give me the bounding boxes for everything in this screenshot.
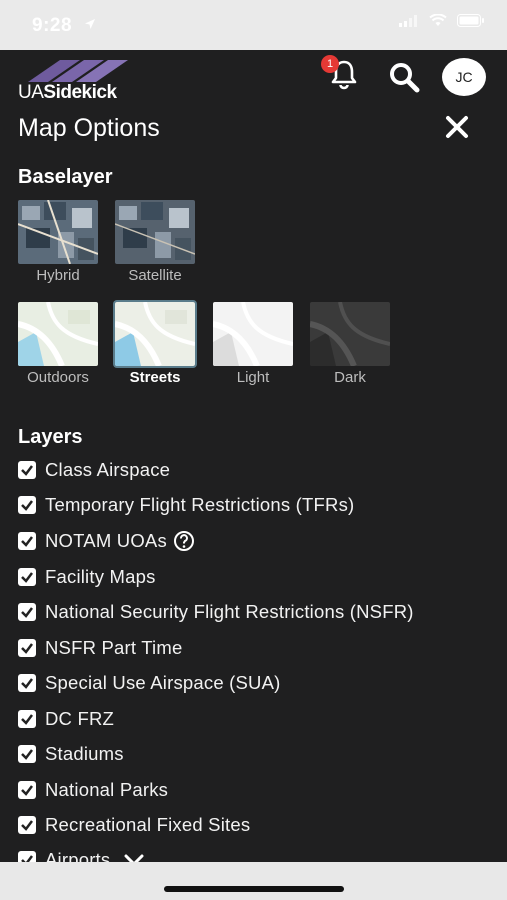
checkbox-checked-icon[interactable]: [18, 674, 36, 692]
home-indicator[interactable]: [164, 886, 344, 892]
layer-item-recreational-fixed-sites[interactable]: Recreational Fixed Sites: [18, 811, 250, 839]
baselayer-outdoors-label[interactable]: Outdoors: [8, 369, 108, 386]
layer-label: Special Use Airspace (SUA): [45, 672, 281, 693]
checkbox-checked-icon[interactable]: [18, 568, 36, 586]
map-options-panel: UASidekick 1 JC Map Options Baselayer Hy…: [0, 50, 507, 862]
baselayer-light-thumbnail[interactable]: [213, 302, 293, 366]
layer-label: NSFR Part Time: [45, 637, 183, 658]
baselayer-satellite-thumbnail[interactable]: [115, 200, 195, 264]
layer-item-class-airspace[interactable]: Class Airspace: [18, 456, 170, 484]
logo-prefix: UA: [18, 82, 44, 103]
checkbox-checked-icon[interactable]: [18, 851, 36, 862]
street-map-icon: [115, 302, 195, 366]
notification-badge: 1: [321, 55, 339, 73]
layer-item-facility-maps[interactable]: Facility Maps: [18, 563, 156, 591]
status-bar: 9:28: [0, 0, 507, 50]
layer-item-nsfr[interactable]: National Security Flight Restrictions (N…: [18, 598, 414, 626]
satellite-imagery-icon: [115, 200, 195, 264]
baselayer-hybrid-thumbnail[interactable]: [18, 200, 98, 264]
baselayer-dark-thumbnail[interactable]: [310, 302, 390, 366]
layer-label: National Parks: [45, 779, 169, 800]
layer-label: Temporary Flight Restrictions (TFRs): [45, 494, 355, 515]
layer-label: Stadiums: [45, 743, 124, 764]
logo-suffix: Sidekick: [43, 82, 117, 103]
page-title: Map Options: [18, 114, 160, 142]
layer-item-dc-frz[interactable]: DC FRZ: [18, 705, 114, 733]
layers-heading: Layers: [18, 426, 83, 448]
baselayer-light-label[interactable]: Light: [203, 369, 303, 386]
baselayer-heading: Baselayer: [18, 166, 113, 188]
uasidekick-logo[interactable]: UASidekick: [18, 56, 142, 103]
checkbox-checked-icon[interactable]: [18, 745, 36, 763]
checkbox-checked-icon[interactable]: [18, 496, 36, 514]
search-icon[interactable]: [387, 60, 421, 94]
close-icon[interactable]: [444, 114, 470, 140]
layer-label: Airports: [45, 849, 111, 862]
location-arrow-icon: [85, 19, 95, 29]
light-map-icon: [213, 302, 293, 366]
status-time: 9:28: [32, 15, 73, 36]
help-circle-icon[interactable]: [173, 530, 195, 552]
user-avatar[interactable]: JC: [442, 58, 486, 96]
checkbox-checked-icon[interactable]: [18, 461, 36, 479]
home-indicator-bar: [0, 862, 507, 900]
baselayer-satellite-label[interactable]: Satellite: [105, 267, 205, 284]
layer-item-notam-uoas[interactable]: NOTAM UOAs: [18, 527, 195, 555]
logo-text: UASidekick: [18, 82, 117, 104]
baselayer-streets-thumbnail[interactable]: [115, 302, 195, 366]
baselayer-hybrid-label[interactable]: Hybrid: [8, 267, 108, 284]
layer-label: Facility Maps: [45, 566, 156, 587]
checkbox-checked-icon[interactable]: [18, 603, 36, 621]
battery-icon: [457, 14, 484, 27]
checkbox-checked-icon[interactable]: [18, 710, 36, 728]
dark-map-icon: [310, 302, 390, 366]
checkbox-checked-icon[interactable]: [18, 639, 36, 657]
layer-label: National Security Flight Restrictions (N…: [45, 601, 414, 622]
baselayer-outdoors-thumbnail[interactable]: [18, 302, 98, 366]
layer-label: DC FRZ: [45, 708, 115, 729]
layer-item-sua[interactable]: Special Use Airspace (SUA): [18, 669, 281, 697]
layer-label: NOTAM UOAs: [45, 530, 167, 551]
chevron-down-icon[interactable]: [124, 853, 144, 862]
signal-icon: [399, 14, 417, 27]
checkbox-checked-icon[interactable]: [18, 781, 36, 799]
street-map-icon: [18, 302, 98, 366]
app-header: UASidekick 1 JC: [0, 50, 507, 103]
checkbox-checked-icon[interactable]: [18, 816, 36, 834]
baselayer-streets-label[interactable]: Streets: [105, 369, 205, 386]
checkbox-checked-icon[interactable]: [18, 532, 36, 550]
layer-item-airports[interactable]: Airports: [18, 846, 144, 862]
layer-item-tfrs[interactable]: Temporary Flight Restrictions (TFRs): [18, 491, 354, 519]
layer-label: Class Airspace: [45, 459, 171, 480]
layer-item-nsfr-part-time[interactable]: NSFR Part Time: [18, 634, 182, 662]
baselayer-dark-label[interactable]: Dark: [300, 369, 400, 386]
layer-label: Recreational Fixed Sites: [45, 814, 251, 835]
layer-item-national-parks[interactable]: National Parks: [18, 776, 168, 804]
wifi-icon: [429, 14, 447, 26]
satellite-imagery-icon: [18, 200, 98, 264]
layer-item-stadiums[interactable]: Stadiums: [18, 740, 124, 768]
logo-stripes-icon: [28, 60, 128, 82]
